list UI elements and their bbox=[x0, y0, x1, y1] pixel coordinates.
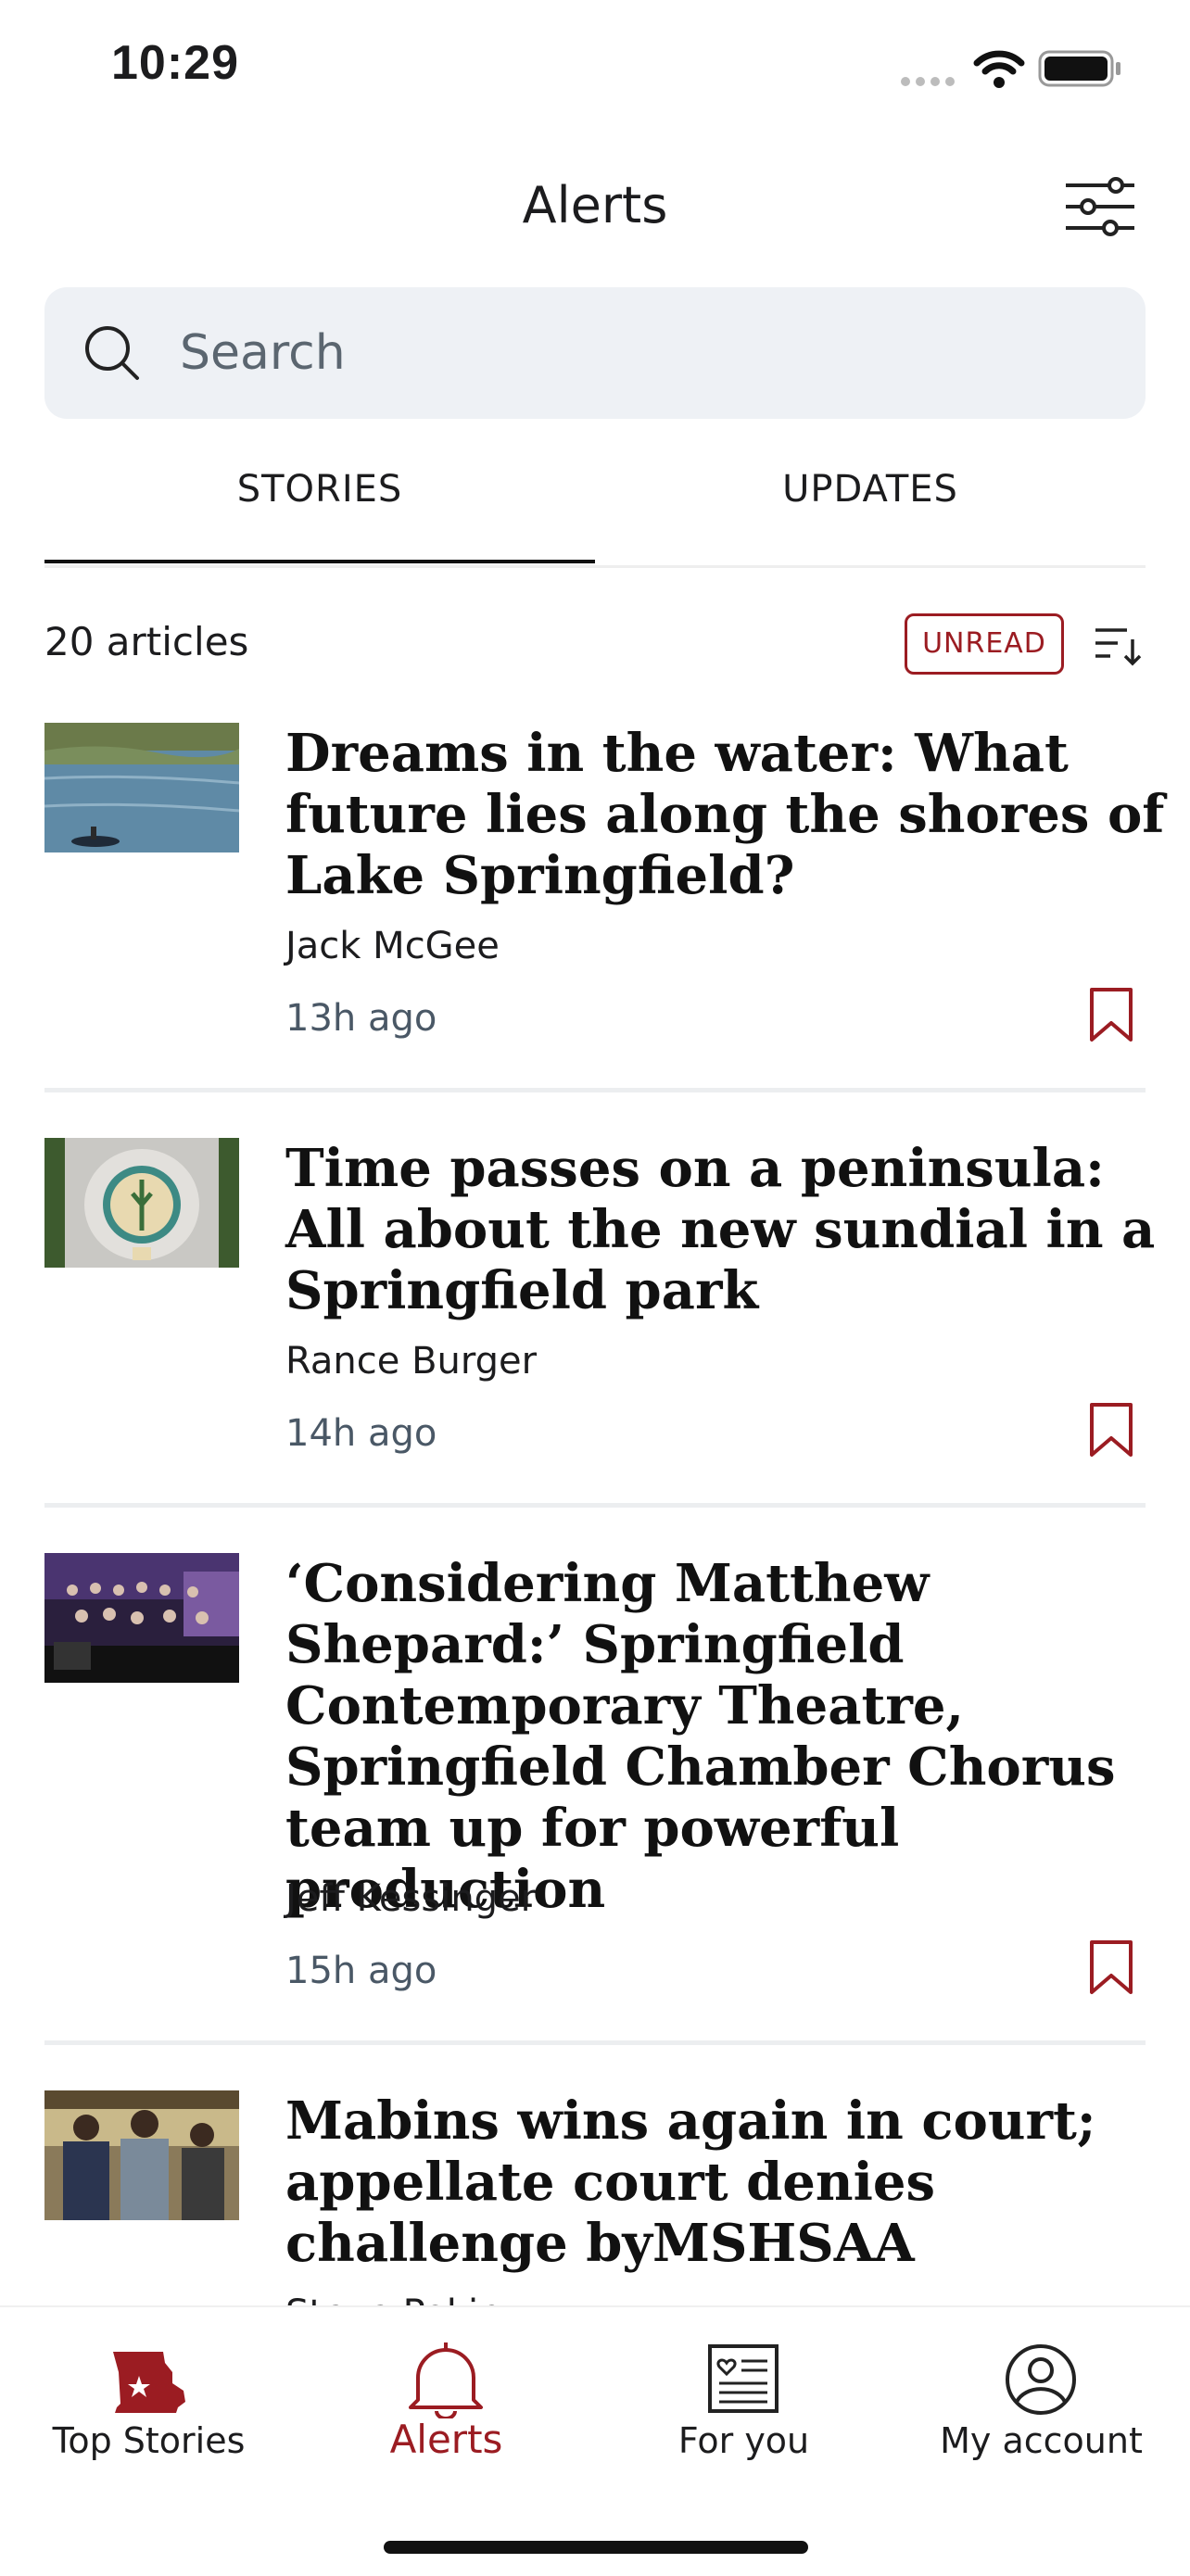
active-tab-indicator bbox=[44, 560, 595, 563]
bottom-tab-bar: Top Stories Alerts For you My account bbox=[0, 2305, 1190, 2576]
article-title[interactable]: ‘Considering Matthew Shepard:’ Springfie… bbox=[285, 1553, 1190, 1920]
divider bbox=[44, 1088, 1146, 1092]
search-input[interactable] bbox=[178, 315, 1108, 391]
article-count: 20 articles bbox=[44, 619, 249, 664]
missouri-star-icon bbox=[113, 2352, 185, 2413]
tab-stories[interactable]: STORIES bbox=[44, 445, 595, 562]
tab-updates[interactable]: UPDATES bbox=[595, 445, 1146, 562]
bookmark-icon[interactable] bbox=[1088, 1938, 1134, 1996]
account-circle-icon bbox=[1006, 2344, 1076, 2415]
bookmark-icon[interactable] bbox=[1088, 986, 1134, 1043]
unread-filter-button[interactable]: UNREAD bbox=[905, 613, 1064, 675]
tab-my-account[interactable]: My account bbox=[892, 2307, 1190, 2502]
bell-icon bbox=[409, 2342, 483, 2418]
home-indicator bbox=[384, 2541, 808, 2554]
article-title[interactable]: Mabins wins again in court; appellate co… bbox=[285, 2090, 1190, 2274]
tab-top-stories[interactable]: Top Stories bbox=[0, 2307, 298, 2502]
battery-icon bbox=[1038, 50, 1120, 87]
article-author: Jack McGee bbox=[285, 925, 500, 967]
search-icon bbox=[85, 326, 139, 380]
article-thumbnail bbox=[44, 1553, 239, 1683]
status-bar: 10:29 bbox=[0, 0, 1190, 130]
cellular-signal-icon bbox=[901, 72, 960, 90]
article-thumbnail bbox=[44, 1138, 239, 1268]
bookmark-icon[interactable] bbox=[1088, 1401, 1134, 1458]
article-title[interactable]: Time passes on a peninsula: All about th… bbox=[285, 1138, 1190, 1321]
sort-icon[interactable] bbox=[1094, 623, 1142, 669]
article-author: Jeff Kessinger bbox=[285, 1877, 537, 1920]
divider bbox=[44, 1503, 1146, 1508]
search-bar[interactable] bbox=[44, 287, 1146, 419]
tab-label: Top Stories bbox=[52, 2420, 246, 2461]
status-time: 10:29 bbox=[111, 36, 239, 90]
tab-label: For you bbox=[677, 2420, 810, 2461]
filter-settings-icon[interactable] bbox=[1062, 174, 1138, 239]
article-author: Rance Burger bbox=[285, 1340, 538, 1383]
tab-label: Alerts bbox=[389, 2417, 503, 2462]
tab-alerts[interactable]: Alerts bbox=[298, 2307, 595, 2502]
article-time: 13h ago bbox=[285, 997, 437, 1040]
article-thumbnail bbox=[44, 723, 239, 852]
tab-for-you[interactable]: For you bbox=[595, 2307, 892, 2502]
article-time: 15h ago bbox=[285, 1950, 437, 1992]
article-title[interactable]: Dreams in the water: What future lies al… bbox=[285, 723, 1190, 906]
page-title: Alerts bbox=[522, 176, 668, 234]
divider bbox=[44, 2040, 1146, 2045]
article-thumbnail bbox=[44, 2090, 239, 2220]
tab-label: My account bbox=[940, 2420, 1143, 2461]
segment-tabs: STORIES UPDATES bbox=[44, 445, 1146, 568]
newspaper-heart-icon bbox=[708, 2344, 779, 2413]
wifi-icon bbox=[973, 50, 1025, 88]
article-time: 14h ago bbox=[285, 1412, 437, 1455]
